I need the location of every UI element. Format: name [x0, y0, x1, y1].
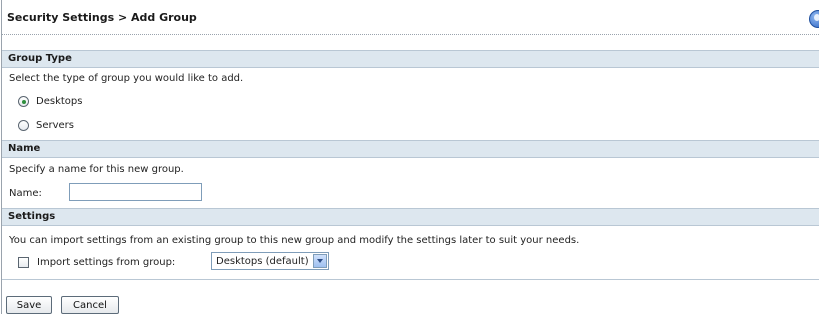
radio-desktops[interactable]	[18, 96, 29, 107]
chevron-down-icon[interactable]	[313, 254, 327, 268]
section-heading: Name	[8, 143, 41, 154]
section-header-group-type: Group Type	[2, 50, 819, 68]
group-select-value: Desktops (default)	[216, 256, 309, 267]
name-field-label: Name:	[9, 188, 42, 199]
group-name-input[interactable]	[69, 183, 202, 201]
section-heading: Group Type	[8, 53, 72, 64]
section-divider	[2, 279, 819, 280]
page-title: Security Settings > Add Group	[7, 11, 197, 24]
settings-description: You can import settings from an existing…	[9, 235, 580, 246]
group-type-description: Select the type of group you would like …	[9, 73, 244, 84]
cancel-button[interactable]: Cancel	[61, 296, 119, 314]
help-icon[interactable]	[809, 10, 819, 28]
import-settings-label[interactable]: Import settings from group:	[37, 257, 175, 268]
save-button[interactable]: Save	[6, 296, 52, 314]
section-header-settings: Settings	[2, 208, 819, 226]
title-bar: Security Settings > Add Group	[1, 0, 819, 35]
import-settings-checkbox[interactable]	[18, 257, 29, 268]
radio-desktops-label[interactable]: Desktops	[36, 96, 82, 107]
radio-servers[interactable]	[18, 120, 29, 131]
group-select-dropdown[interactable]: Desktops (default)	[211, 252, 329, 270]
radio-servers-label[interactable]: Servers	[36, 120, 74, 131]
section-heading: Settings	[8, 211, 56, 222]
section-header-name: Name	[2, 140, 819, 158]
name-description: Specify a name for this new group.	[9, 164, 184, 175]
